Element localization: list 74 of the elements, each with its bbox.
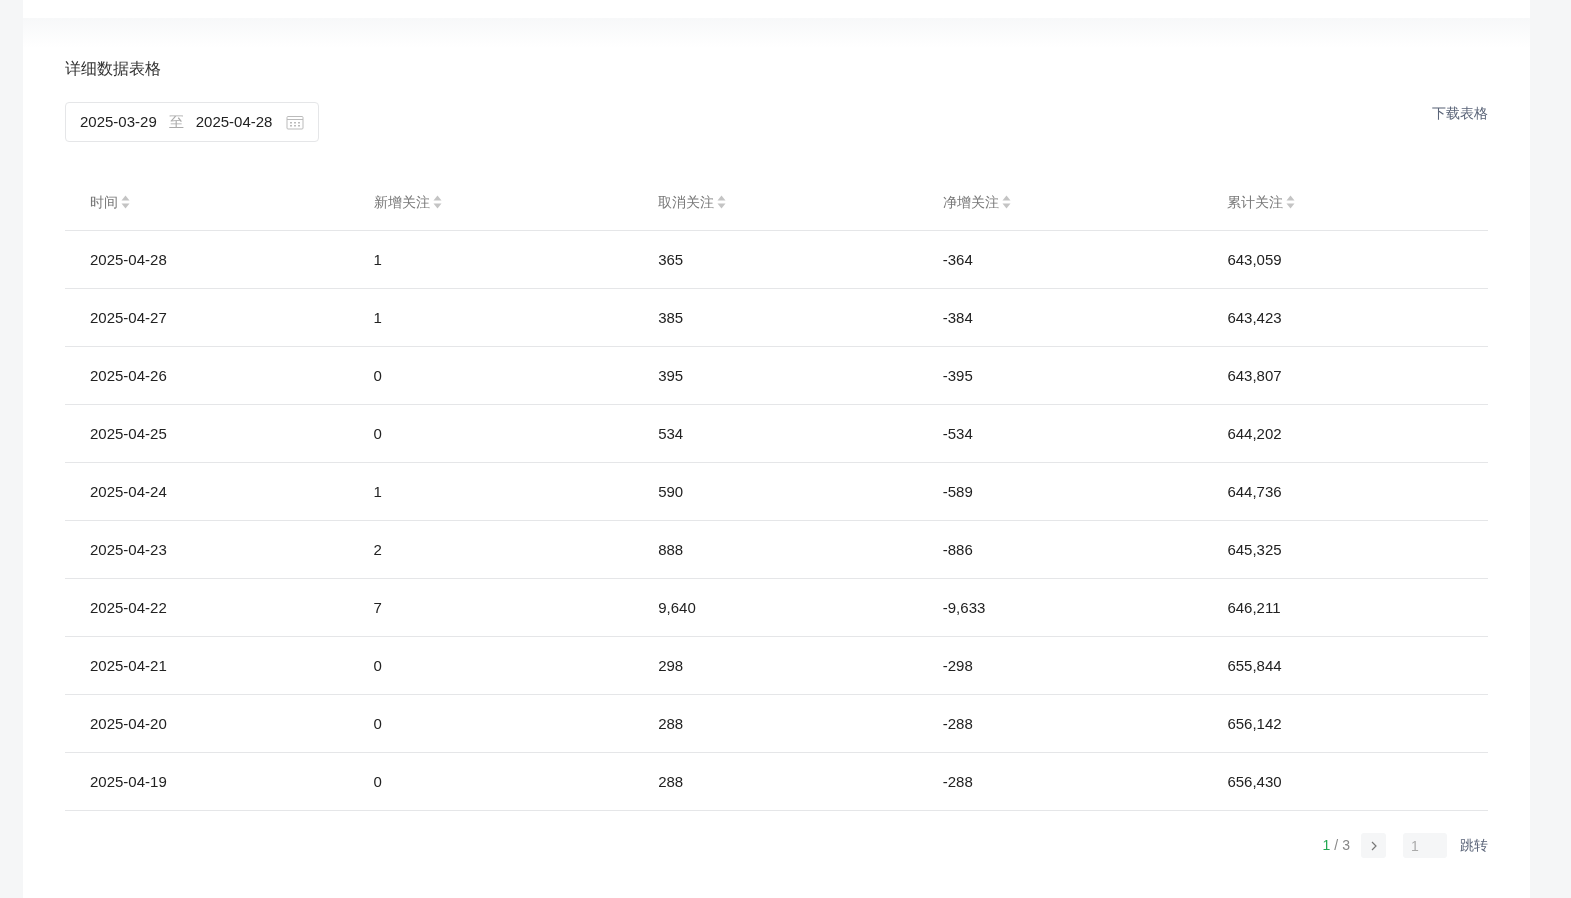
jump-button[interactable]: 跳转 <box>1460 835 1488 856</box>
table-cell: 2025-04-23 <box>90 540 167 558</box>
table-cell: 644,736 <box>1227 482 1282 500</box>
calendar-icon <box>286 114 305 130</box>
sort-icon[interactable] <box>432 195 442 209</box>
table-cell: 590 <box>658 482 684 500</box>
table-cell: 1 <box>373 482 382 500</box>
table-cell: -886 <box>942 540 973 558</box>
table-cell: 385 <box>658 308 684 326</box>
table-cell: -589 <box>942 482 973 500</box>
next-page-button[interactable] <box>1361 833 1386 858</box>
table-cell: 2025-04-26 <box>90 366 167 384</box>
section-title: 详细数据表格 <box>65 59 162 79</box>
download-table-link[interactable]: 下载表格 <box>1432 103 1488 124</box>
table-cell: 298 <box>658 656 684 674</box>
sort-icon[interactable] <box>1001 195 1011 209</box>
table-cell: 0 <box>373 656 382 674</box>
table-cell: 643,423 <box>1227 308 1282 326</box>
table-cell: 656,142 <box>1227 714 1282 732</box>
table-cell: 534 <box>658 424 684 442</box>
column-header[interactable]: 取消关注 <box>658 191 715 213</box>
table-cell: 646,211 <box>1227 598 1281 616</box>
table-cell: 644,202 <box>1227 424 1282 442</box>
table-cell: -298 <box>942 656 973 674</box>
table-cell: 2025-04-27 <box>90 308 167 326</box>
table-cell: 0 <box>373 772 382 790</box>
table-cell: -288 <box>942 772 973 790</box>
page-input-field[interactable]: 1 <box>1403 833 1447 858</box>
table-cell: -395 <box>942 366 973 384</box>
table-cell: 2025-04-22 <box>90 598 167 616</box>
column-header[interactable]: 累计关注 <box>1227 191 1284 213</box>
table-cell: 0 <box>373 366 382 384</box>
table-cell: -534 <box>942 424 973 442</box>
table-cell: 888 <box>658 540 684 558</box>
table-cell: 2 <box>373 540 382 558</box>
table-cell: 365 <box>658 250 684 268</box>
date-range-picker[interactable]: 2025-03-29 至 2025-04-28 <box>65 102 320 142</box>
table-cell: 288 <box>658 772 684 790</box>
table-cell: 643,059 <box>1227 250 1282 268</box>
table-cell: 2025-04-19 <box>90 772 167 790</box>
table-cell: -288 <box>942 714 973 732</box>
table-cell: 2025-04-25 <box>90 424 167 442</box>
total-pages: 3 <box>1342 836 1350 855</box>
table-cell: 9,640 <box>658 598 696 616</box>
table-cell: 7 <box>373 598 382 616</box>
table-cell: 0 <box>373 424 382 442</box>
table-cell: -384 <box>942 308 973 326</box>
end-date: 2025-04-28 <box>195 111 273 132</box>
current-page: 1 <box>1322 836 1331 855</box>
table-cell: -364 <box>942 250 973 268</box>
table-cell: 395 <box>658 366 684 384</box>
range-separator: 至 <box>168 111 184 132</box>
table-cell: 288 <box>658 714 684 732</box>
table-cell: -9,633 <box>942 598 986 616</box>
table-cell: 1 <box>373 308 382 326</box>
table-cell: 2025-04-20 <box>90 714 167 732</box>
column-header[interactable]: 新增关注 <box>373 191 430 213</box>
table-cell: 643,807 <box>1227 366 1282 384</box>
sort-icon[interactable] <box>717 195 727 209</box>
page-separator: / <box>1334 836 1339 855</box>
table-cell: 645,325 <box>1227 540 1282 558</box>
table-cell: 1 <box>373 250 382 268</box>
table-cell: 2025-04-28 <box>90 250 167 268</box>
sort-icon[interactable] <box>121 195 130 209</box>
table-cell: 656,430 <box>1227 772 1282 790</box>
column-header[interactable]: 时间 <box>90 191 118 213</box>
table-cell: 0 <box>373 714 382 732</box>
column-header[interactable]: 净增关注 <box>942 191 999 213</box>
table-cell: 2025-04-24 <box>90 482 167 500</box>
table-cell: 655,844 <box>1227 656 1282 674</box>
sort-icon[interactable] <box>1286 195 1296 209</box>
start-date: 2025-03-29 <box>80 111 157 132</box>
chevron-right-icon <box>1369 840 1378 851</box>
table-cell: 2025-04-21 <box>90 656 167 674</box>
